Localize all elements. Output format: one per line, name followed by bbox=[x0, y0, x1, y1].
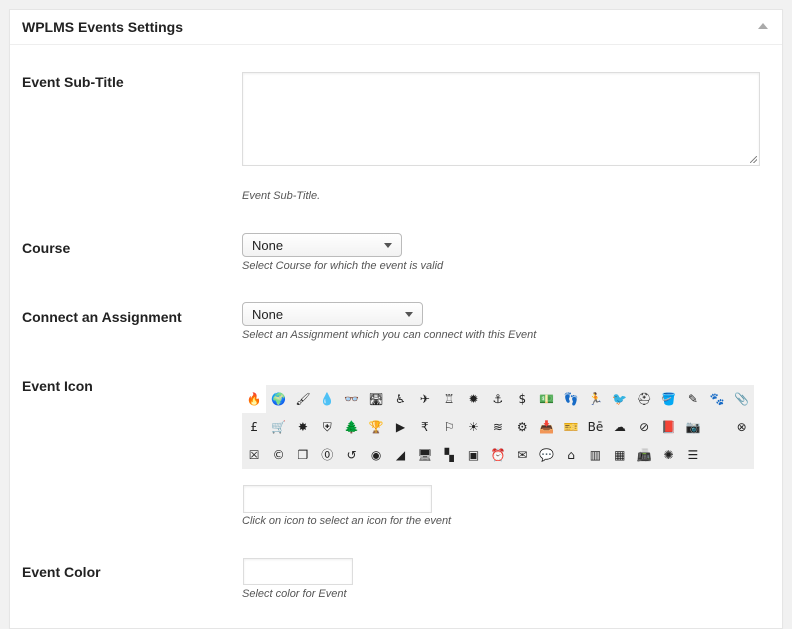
course-description: Select Course for which the event is val… bbox=[242, 260, 444, 272]
star-burst-icon[interactable]: ✸ bbox=[291, 413, 315, 441]
fire-icon[interactable]: 🔥 bbox=[242, 385, 267, 413]
zero-circle-icon[interactable]: ⓪ bbox=[315, 441, 339, 469]
globe-icon[interactable]: 🌍 bbox=[266, 385, 290, 413]
youtube-icon[interactable]: ▶ bbox=[388, 413, 412, 441]
cloud-icon[interactable]: ☁ bbox=[608, 413, 632, 441]
icon-description: Click on icon to select an icon for the … bbox=[242, 515, 452, 527]
paw-icon[interactable]: 🐾 bbox=[705, 385, 729, 413]
resize-handle-icon[interactable] bbox=[750, 156, 757, 163]
icon-value-input[interactable] bbox=[243, 485, 432, 513]
dollar-icon[interactable]: $ bbox=[510, 385, 534, 413]
subtitle-textarea[interactable] bbox=[242, 72, 760, 166]
certificate-icon[interactable]: ✹ bbox=[461, 385, 485, 413]
chevron-down-icon bbox=[384, 243, 392, 248]
creative-commons-icon[interactable]: © bbox=[266, 441, 290, 469]
metabox-title: WPLMS Events Settings bbox=[22, 19, 184, 35]
cash-register-icon[interactable]: 📠 bbox=[632, 441, 656, 469]
book-icon[interactable]: 📕 bbox=[656, 413, 680, 441]
copy-icon[interactable]: ❐ bbox=[291, 441, 315, 469]
ticket-icon[interactable]: 🎫 bbox=[559, 413, 583, 441]
inbox-icon[interactable]: 📥 bbox=[535, 413, 559, 441]
camera-icon[interactable]: 📷 bbox=[681, 413, 705, 441]
brush-icon[interactable]: 🖌 bbox=[291, 385, 315, 413]
monitor-icon[interactable]: 🖥 bbox=[413, 441, 437, 469]
color-label: Event Color bbox=[22, 564, 101, 580]
calculator-icon[interactable]: ▦ bbox=[608, 441, 632, 469]
events-settings-metabox: WPLMS Events Settings Event Sub-Title Ev… bbox=[9, 9, 783, 629]
metabox-header[interactable]: WPLMS Events Settings bbox=[10, 10, 782, 45]
castle-icon[interactable]: ♖ bbox=[437, 385, 461, 413]
checker-icon[interactable]: ▚ bbox=[437, 441, 461, 469]
icon-picker-grid: 🔥 🌍 🖌 💧 👓 🛣 ♿ ✈ ♖ ✹ ⚓ $ 💵 👣 🏃 🐦 ⛑ 🪣 ✎ 🐾 📎 £ 🛒 ✸ ⛨ 🌲 🏆 ▶ ₹ ⚐ ☀ ≋ ⚙ 📥 🎫 Bē ☁ ⊘ 📕… bbox=[242, 385, 754, 469]
wheelchair-icon[interactable]: ♿ bbox=[388, 385, 412, 413]
blank-slot bbox=[705, 413, 729, 441]
record-icon[interactable]: ◉ bbox=[364, 441, 388, 469]
behance-icon[interactable]: Bē bbox=[583, 413, 607, 441]
mail-icon[interactable]: ✉ bbox=[510, 441, 534, 469]
icon-label: Event Icon bbox=[22, 378, 93, 394]
anchor-icon[interactable]: ⚓ bbox=[486, 385, 510, 413]
money-icon[interactable]: 💵 bbox=[535, 385, 559, 413]
columns-icon[interactable]: ▥ bbox=[583, 441, 607, 469]
collapse-toggle-icon[interactable] bbox=[758, 23, 768, 29]
assignment-label: Connect an Assignment bbox=[22, 309, 182, 325]
chat-bubble-icon[interactable]: 💬 bbox=[535, 441, 559, 469]
glasses-icon[interactable]: 👓 bbox=[340, 385, 364, 413]
plane-icon[interactable]: ✈ bbox=[413, 385, 437, 413]
trophy-icon[interactable]: 🏆 bbox=[364, 413, 388, 441]
gear-icon[interactable]: ⚙ bbox=[510, 413, 534, 441]
list-icon[interactable]: ☰ bbox=[681, 441, 705, 469]
signpost-icon[interactable]: ⚐ bbox=[437, 413, 461, 441]
brightness-icon[interactable]: ✺ bbox=[656, 441, 680, 469]
waves-icon[interactable]: ≋ bbox=[486, 413, 510, 441]
pound-icon[interactable]: £ bbox=[242, 413, 266, 441]
subtitle-label: Event Sub-Title bbox=[22, 74, 124, 90]
course-label: Course bbox=[22, 240, 71, 256]
chevron-down-icon bbox=[405, 312, 413, 317]
assignment-description: Select an Assignment which you can conne… bbox=[242, 329, 537, 341]
sun-icon[interactable]: ☀ bbox=[461, 413, 485, 441]
paperclip-icon[interactable]: 📎 bbox=[730, 385, 754, 413]
refresh-icon[interactable]: ↺ bbox=[340, 441, 364, 469]
shield-icon[interactable]: ⛨ bbox=[315, 413, 339, 441]
pencil-icon[interactable]: ✎ bbox=[681, 385, 705, 413]
course-select-value: None bbox=[252, 238, 284, 253]
rupee-icon[interactable]: ₹ bbox=[413, 413, 437, 441]
first-aid-icon[interactable]: ⛑ bbox=[632, 385, 656, 413]
tag-icon[interactable]: ⌂ bbox=[559, 441, 583, 469]
color-description: Select color for Event bbox=[242, 588, 347, 600]
road-icon[interactable]: 🛣 bbox=[364, 385, 388, 413]
area-chart-icon[interactable]: ◢ bbox=[388, 441, 412, 469]
drop-icon[interactable]: 💧 bbox=[315, 385, 339, 413]
ban-icon[interactable]: ⊘ bbox=[632, 413, 656, 441]
close-circle-icon[interactable]: ⊗ bbox=[730, 413, 754, 441]
paint-bucket-icon[interactable]: 🪣 bbox=[656, 385, 680, 413]
bird-icon[interactable]: 🐦 bbox=[608, 385, 632, 413]
close-square-icon[interactable]: ☒ bbox=[242, 441, 266, 469]
subtitle-description: Event Sub-Title. bbox=[242, 190, 321, 202]
instagram-icon[interactable]: ▣ bbox=[461, 441, 485, 469]
alarm-clock-icon[interactable]: ⏰ bbox=[486, 441, 510, 469]
assignment-select[interactable]: None bbox=[242, 302, 423, 326]
assignment-select-value: None bbox=[252, 307, 284, 322]
cart-icon[interactable]: 🛒 bbox=[266, 413, 290, 441]
color-input[interactable] bbox=[243, 558, 353, 585]
runner-icon[interactable]: 🏃 bbox=[583, 385, 607, 413]
footprint-icon[interactable]: 👣 bbox=[559, 385, 583, 413]
trees-icon[interactable]: 🌲 bbox=[340, 413, 364, 441]
course-select[interactable]: None bbox=[242, 233, 402, 257]
